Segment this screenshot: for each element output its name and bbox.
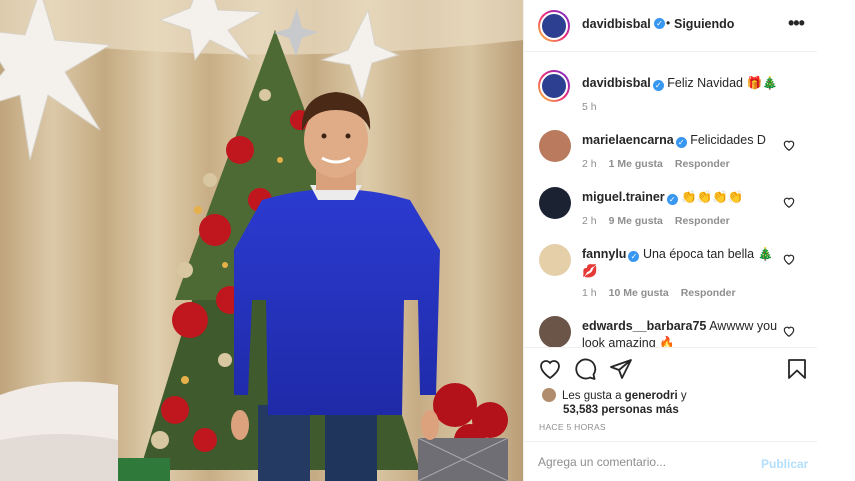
comment-meta: 1 h 10 Me gusta Responder bbox=[582, 287, 736, 299]
post-side-panel: davidbisbal ✓ • Siguiendo ••• davidbisba… bbox=[523, 0, 818, 481]
heart-icon[interactable] bbox=[782, 324, 796, 338]
comment-input[interactable] bbox=[538, 450, 738, 474]
reply-button[interactable]: Responder bbox=[675, 215, 730, 227]
reply-button[interactable]: Responder bbox=[681, 287, 736, 299]
comment-body: Felicidades D bbox=[690, 133, 766, 147]
publish-button[interactable]: Publicar bbox=[761, 457, 808, 471]
right-gutter bbox=[817, 0, 855, 481]
likes-prefix: Les gusta a bbox=[562, 390, 622, 402]
comment-username[interactable]: miguel.trainer bbox=[582, 190, 665, 204]
comments-list[interactable]: davidbisbal ✓ Feliz Navidad 🎁🎄 5 h mariel… bbox=[524, 53, 818, 347]
verified-badge-icon: ✓ bbox=[628, 251, 640, 262]
comment-text: miguel.trainer ✓ 👏👏👏👏 bbox=[582, 189, 778, 206]
comment-time: 1 h bbox=[582, 287, 597, 299]
comment-meta: 2 h 9 Me gusta Responder bbox=[582, 215, 730, 227]
caption-time: 5 h bbox=[582, 101, 597, 113]
comment-likes[interactable]: 10 Me gusta bbox=[609, 287, 669, 299]
avatar[interactable] bbox=[539, 244, 571, 276]
verified-badge-icon: ✓ bbox=[652, 80, 664, 91]
comment-username[interactable]: edwards__barbara75 bbox=[582, 319, 706, 333]
heart-icon[interactable] bbox=[782, 138, 796, 152]
comment-text: edwards__barbara75 Awwww you look amazin… bbox=[582, 318, 778, 347]
comment-username[interactable]: fannylu bbox=[582, 247, 626, 261]
post-photo[interactable] bbox=[0, 0, 523, 481]
heart-icon[interactable] bbox=[782, 195, 796, 209]
add-comment-bar: Publicar bbox=[524, 441, 818, 481]
comment-time: 2 h bbox=[582, 215, 597, 227]
caption-text: davidbisbal ✓ Feliz Navidad 🎁🎄 bbox=[582, 75, 778, 92]
avatar[interactable] bbox=[539, 187, 571, 219]
avatar[interactable] bbox=[539, 130, 571, 162]
avatar[interactable] bbox=[539, 316, 571, 347]
more-horizontal-icon[interactable]: ••• bbox=[788, 13, 805, 34]
christmas-photo-illustration bbox=[0, 0, 523, 481]
comment-body: 👏👏👏👏 bbox=[681, 190, 744, 204]
verified-badge-icon: ✓ bbox=[654, 18, 665, 29]
likes-conj: y bbox=[680, 390, 687, 402]
liker-username[interactable]: generodri bbox=[625, 390, 678, 402]
heart-icon[interactable] bbox=[538, 357, 562, 381]
likes-summary: Les gusta a generodri y 53,583 personas … bbox=[542, 388, 687, 417]
comment-icon[interactable] bbox=[573, 357, 597, 381]
comment-text: marielaencarna ✓ Felicidades D bbox=[582, 132, 778, 149]
comment-time: 2 h bbox=[582, 158, 597, 170]
comment-likes[interactable]: 1 Me gusta bbox=[609, 158, 663, 170]
heart-icon[interactable] bbox=[782, 252, 796, 266]
following-button[interactable]: Siguiendo bbox=[674, 17, 734, 31]
likes-count[interactable]: 53,583 personas más bbox=[563, 404, 679, 416]
comment-text: fannylu ✓ Una época tan bella 🎄 💋 bbox=[582, 246, 778, 280]
send-icon[interactable] bbox=[609, 357, 633, 381]
comment-meta: 2 h 1 Me gusta Responder bbox=[582, 158, 730, 170]
post-timestamp[interactable]: Hace 5 horas bbox=[539, 422, 606, 432]
comment-likes[interactable]: 9 Me gusta bbox=[609, 215, 663, 227]
author-username[interactable]: davidbisbal bbox=[582, 76, 651, 90]
caption-body: Feliz Navidad 🎁🎄 bbox=[667, 76, 778, 90]
post-header: davidbisbal ✓ • Siguiendo ••• bbox=[524, 0, 818, 52]
separator-dot: • bbox=[666, 16, 671, 30]
author-avatar[interactable] bbox=[538, 70, 570, 102]
instagram-post-view: davidbisbal ✓ • Siguiendo ••• davidbisba… bbox=[0, 0, 855, 481]
comment-username[interactable]: marielaencarna bbox=[582, 133, 674, 147]
verified-badge-icon: ✓ bbox=[666, 194, 678, 205]
author-avatar[interactable] bbox=[538, 10, 570, 42]
author-username[interactable]: davidbisbal bbox=[582, 17, 651, 31]
verified-badge-icon: ✓ bbox=[675, 137, 687, 148]
reply-button[interactable]: Responder bbox=[675, 158, 730, 170]
bookmark-icon[interactable] bbox=[785, 357, 809, 381]
liker-avatar[interactable] bbox=[542, 388, 556, 402]
